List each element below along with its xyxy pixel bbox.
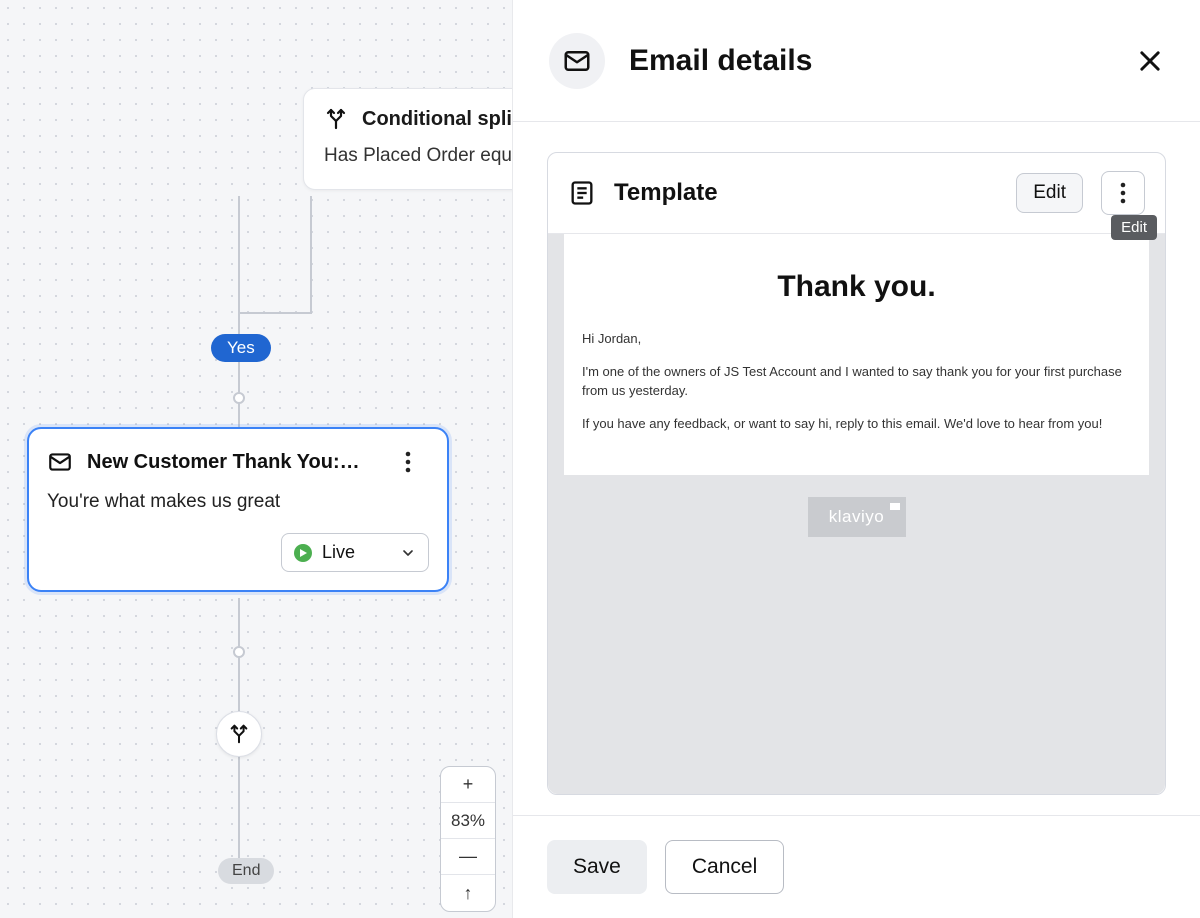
status-select[interactable]: Live	[281, 533, 429, 572]
template-preview: Thank you. Hi Jordan, I'm one of the own…	[548, 234, 1165, 794]
close-button[interactable]	[1132, 43, 1168, 79]
mail-icon	[47, 449, 73, 475]
add-split-node[interactable]	[216, 711, 262, 757]
branch-yes-pill[interactable]: Yes	[211, 334, 271, 362]
zoom-in-button[interactable]: +	[441, 767, 495, 803]
save-button[interactable]: Save	[547, 840, 647, 894]
template-header: Template Edit	[548, 153, 1165, 234]
conditional-split-title: Conditional split	[362, 108, 512, 131]
email-preview-body: Thank you. Hi Jordan, I'm one of the own…	[564, 234, 1149, 475]
panel-header: Email details	[513, 0, 1200, 122]
template-icon	[568, 179, 596, 207]
end-pill: End	[218, 858, 274, 884]
scroll-up-button[interactable]: ↑	[441, 875, 495, 911]
flow-canvas[interactable]: Conditional split Has Placed Order equal…	[0, 0, 512, 918]
flow-node-dot	[233, 646, 245, 658]
zoom-percent: 83%	[441, 803, 495, 839]
chevron-down-icon	[400, 545, 416, 561]
preview-headline: Thank you.	[582, 270, 1131, 304]
conditional-split-card[interactable]: Conditional split Has Placed Order equal…	[303, 88, 512, 190]
zoom-out-button[interactable]: —	[441, 839, 495, 875]
email-action-card[interactable]: New Customer Thank You:… You're what mak…	[27, 427, 449, 592]
edit-tooltip: Edit	[1111, 215, 1157, 240]
email-details-panel: Email details Template Edit Edit	[512, 0, 1200, 918]
connector	[238, 312, 312, 314]
email-card-subtitle: You're what makes us great	[47, 491, 429, 513]
connector	[310, 196, 312, 314]
panel-footer: Save Cancel	[513, 815, 1200, 918]
template-card: Template Edit Edit Thank you. Hi Jordan,…	[547, 152, 1166, 795]
status-label: Live	[322, 542, 355, 563]
cancel-button[interactable]: Cancel	[665, 840, 784, 894]
klaviyo-logo-text: klaviyo	[829, 507, 884, 527]
mail-icon	[549, 33, 605, 89]
email-card-more-icon[interactable]	[405, 451, 429, 473]
template-more-button[interactable]	[1101, 171, 1145, 215]
klaviyo-flag-icon	[890, 503, 900, 510]
edit-template-button[interactable]: Edit	[1016, 173, 1083, 213]
template-heading: Template	[614, 179, 998, 207]
klaviyo-badge: klaviyo	[808, 497, 906, 537]
preview-paragraph: If you have any feedback, or want to say…	[582, 415, 1131, 434]
play-icon	[294, 544, 312, 562]
panel-body: Template Edit Edit Thank you. Hi Jordan,…	[513, 122, 1200, 815]
preview-paragraph: I'm one of the owners of JS Test Account…	[582, 363, 1131, 401]
zoom-controls: + 83% — ↑	[440, 766, 496, 912]
preview-greeting: Hi Jordan,	[582, 330, 1131, 349]
flow-node-dot	[233, 392, 245, 404]
panel-title: Email details	[629, 44, 1108, 78]
email-card-title: New Customer Thank You:…	[87, 451, 391, 474]
conditional-split-subtitle: Has Placed Order equals	[324, 145, 512, 167]
split-icon	[324, 107, 348, 131]
